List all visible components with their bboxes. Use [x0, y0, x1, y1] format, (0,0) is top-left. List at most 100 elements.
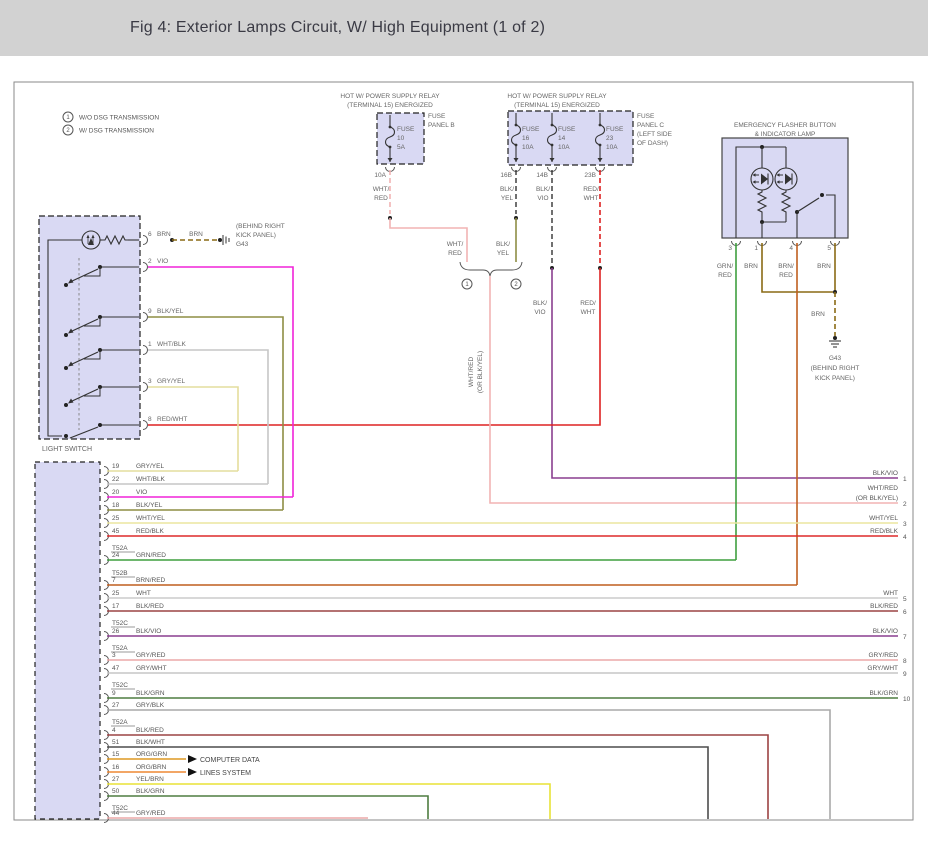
wire-color-label: GRY/YEL	[136, 463, 164, 470]
wire-color-label: RED/BLK	[136, 528, 164, 535]
junction-dot	[64, 366, 68, 370]
pin-number: 44	[112, 810, 120, 817]
pin-number: 3	[112, 652, 116, 659]
label: HOT W/ POWER SUPPLY RELAY	[340, 93, 440, 100]
label: RED/BLK	[870, 528, 898, 535]
junction-dot	[64, 434, 68, 438]
terminal-number: 6	[903, 609, 907, 616]
label: 23	[606, 135, 614, 142]
pin-number: 27	[112, 702, 120, 709]
label: GRY/WHT	[867, 665, 898, 672]
label: BLK/YEL	[157, 308, 184, 315]
wire-color-label: BLK/GRN	[136, 788, 165, 795]
label: G43	[236, 241, 249, 248]
label: (TERMINAL 15) ENERGIZED	[514, 102, 600, 109]
label: FUSE	[522, 126, 540, 133]
label: BRN	[744, 263, 758, 270]
label: OF DASH)	[637, 140, 668, 147]
terminal-number: 7	[903, 634, 907, 641]
wire-color-label: BLK/WHT	[136, 739, 165, 746]
label: FUSE	[428, 113, 446, 120]
junction-dot	[218, 238, 222, 242]
connector-tag: T52A	[112, 545, 128, 552]
junction-dot	[820, 193, 824, 197]
wire-color-label: GRY/RED	[136, 810, 166, 817]
pin-number: 7	[112, 577, 116, 584]
label: WHT/BLK	[157, 341, 187, 348]
label: BLK/VIO	[873, 628, 898, 635]
pin-number: 26	[112, 628, 120, 635]
pin-number: 50	[112, 788, 120, 795]
wire-color-label: GRY/RED	[136, 652, 166, 659]
label: VIO	[534, 309, 545, 316]
label: KICK PANEL)	[236, 232, 276, 239]
label: BLK/VIO	[873, 470, 898, 477]
label: BLK/	[496, 241, 510, 248]
label: BLK/	[533, 300, 547, 307]
wire-color-label: YEL/BRN	[136, 776, 164, 783]
pin-number: 47	[112, 665, 120, 672]
label: (BEHIND RIGHT	[811, 365, 860, 372]
label: 2	[148, 258, 152, 265]
terminal-number: 3	[903, 521, 907, 528]
label: 1	[754, 245, 758, 252]
junction-dot	[98, 423, 102, 427]
pin-number: 45	[112, 528, 120, 535]
label: 8	[148, 416, 152, 423]
label: 23B	[584, 172, 596, 179]
label: 6	[148, 231, 152, 238]
label: BLK/	[500, 186, 514, 193]
label: RED	[779, 272, 793, 279]
label: YEL	[501, 195, 514, 202]
label: WHT	[883, 590, 898, 597]
label: FUSE	[606, 126, 624, 133]
label: 5	[827, 245, 831, 252]
label: 16B	[500, 172, 512, 179]
label: GRY/RED	[869, 652, 899, 659]
label: LIGHT SWITCH	[42, 446, 92, 453]
label: BRN/	[778, 263, 794, 270]
pin-number: 25	[112, 515, 120, 522]
label: (BEHIND RIGHT	[236, 223, 285, 230]
figure-title: Fig 4: Exterior Lamps Circuit, W/ High E…	[130, 19, 545, 37]
wire-color-label: WHT	[136, 590, 151, 597]
label: (LEFT SIDE	[637, 131, 673, 138]
connector-tag: T52A	[112, 645, 128, 652]
label: 9	[148, 308, 152, 315]
pin-number: 18	[112, 502, 120, 509]
label: FUSE	[397, 126, 415, 133]
connector-tag: T52C	[112, 682, 128, 689]
label: WHT	[581, 309, 596, 316]
pin-number: 51	[112, 739, 120, 746]
label: RED/	[580, 300, 596, 307]
wiring-diagram-canvas: 1W/O DSG TRANSMISSION2W/ DSG TRANSMISSIO…	[0, 56, 928, 847]
connector-tag: T52A	[112, 719, 128, 726]
pin-number: 24	[112, 552, 120, 559]
label: HOT W/ POWER SUPPLY RELAY	[507, 93, 607, 100]
label: RED/WHT	[157, 416, 187, 423]
label: LINES SYSTEM	[200, 770, 251, 777]
label: RED/	[583, 186, 599, 193]
pin-number: 20	[112, 489, 120, 496]
label: 3	[728, 245, 732, 252]
wire-color-label: BLK/YEL	[136, 502, 163, 509]
label: 10A	[374, 172, 386, 179]
left-connector-block	[35, 462, 100, 819]
label: BRN	[811, 311, 825, 318]
title-bar: Fig 4: Exterior Lamps Circuit, W/ High E…	[0, 0, 928, 56]
label: 14B	[536, 172, 548, 179]
wire-color-label: GRY/BLK	[136, 702, 165, 709]
label: (OR BLK/YEL)	[477, 351, 484, 393]
wire-color-label: BLK/RED	[136, 727, 164, 734]
label: BLK/	[536, 186, 550, 193]
connector-tag: T52C	[112, 620, 128, 627]
label: BRN	[817, 263, 831, 270]
pin-number: 17	[112, 603, 120, 610]
junction-dot	[64, 403, 68, 407]
pin-number: 25	[112, 590, 120, 597]
junction-dot	[64, 283, 68, 287]
label: 10A	[522, 144, 534, 151]
label: (TERMINAL 15) ENERGIZED	[347, 102, 433, 109]
label: FUSE	[637, 113, 655, 120]
label: WHT/	[447, 241, 464, 248]
